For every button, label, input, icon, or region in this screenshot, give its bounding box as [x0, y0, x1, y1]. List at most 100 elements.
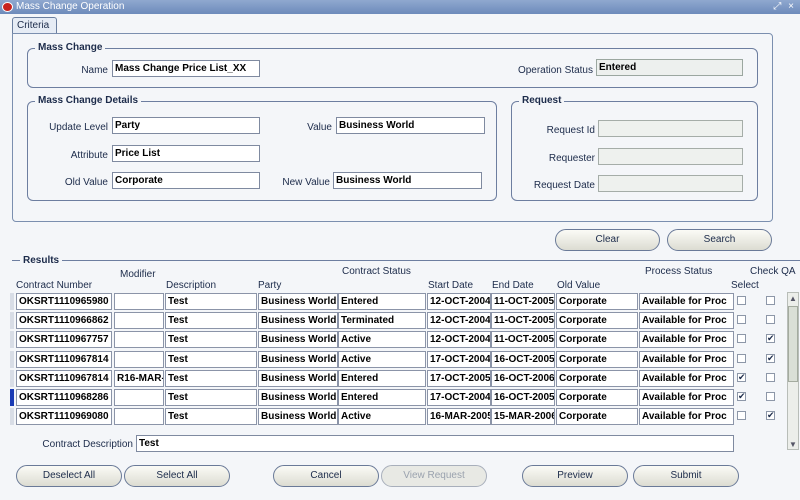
cell-end-date[interactable]: 16-OCT-2005	[491, 389, 555, 406]
cell-end-date[interactable]: 16-OCT-2005	[491, 351, 555, 368]
cell-end-date[interactable]: 11-OCT-2005	[491, 331, 555, 348]
cell-contract-number[interactable]: OKSRT1110969080	[16, 408, 112, 425]
cell-party[interactable]: Business World	[258, 389, 338, 406]
cell-modifier[interactable]	[114, 351, 164, 368]
cell-description[interactable]: Test	[165, 408, 257, 425]
cell-description[interactable]: Test	[165, 351, 257, 368]
new-value-field[interactable]: Business World	[333, 172, 482, 189]
cell-start-date[interactable]: 17-OCT-2004	[427, 351, 491, 368]
cell-party[interactable]: Business World	[258, 331, 338, 348]
cell-modifier[interactable]	[114, 331, 164, 348]
cell-old-value[interactable]: Corporate	[556, 312, 638, 329]
submit-button[interactable]: Submit	[633, 465, 739, 487]
cell-modifier[interactable]	[114, 389, 164, 406]
cell-old-value[interactable]: Corporate	[556, 351, 638, 368]
select-checkbox[interactable]: ✔	[737, 373, 746, 382]
old-value-field[interactable]: Corporate	[112, 172, 260, 189]
cell-modifier[interactable]	[114, 293, 164, 310]
cell-contract-number[interactable]: OKSRT1110968286	[16, 389, 112, 406]
cell-process-status[interactable]: Available for Proc	[639, 293, 734, 310]
cell-contract-status[interactable]: Terminated	[338, 312, 426, 329]
cell-party[interactable]: Business World	[258, 370, 338, 387]
cell-contract-number[interactable]: OKSRT1110967757	[16, 331, 112, 348]
row-indicator[interactable]	[10, 389, 14, 406]
check-qa-checkbox[interactable]: ✔	[766, 334, 775, 343]
name-field[interactable]: Mass Change Price List_XX	[112, 60, 260, 77]
cell-old-value[interactable]: Corporate	[556, 370, 638, 387]
row-indicator[interactable]	[10, 331, 14, 348]
cell-process-status[interactable]: Available for Proc	[639, 312, 734, 329]
cell-description[interactable]: Test	[165, 389, 257, 406]
cell-contract-status[interactable]: Active	[338, 351, 426, 368]
select-checkbox[interactable]	[737, 315, 746, 324]
check-qa-checkbox[interactable]: ✔	[766, 354, 775, 363]
cell-description[interactable]: Test	[165, 331, 257, 348]
cell-old-value[interactable]: Corporate	[556, 331, 638, 348]
row-indicator[interactable]	[10, 351, 14, 368]
preview-button[interactable]: Preview	[522, 465, 628, 487]
cell-start-date[interactable]: 16-MAR-2005	[427, 408, 491, 425]
contract-description-field[interactable]: Test	[136, 435, 734, 452]
cell-contract-number[interactable]: OKSRT1110965980	[16, 293, 112, 310]
cell-process-status[interactable]: Available for Proc	[639, 331, 734, 348]
cell-process-status[interactable]: Available for Proc	[639, 389, 734, 406]
check-qa-checkbox[interactable]	[766, 296, 775, 305]
cell-contract-number[interactable]: OKSRT1110967814	[16, 351, 112, 368]
check-qa-checkbox[interactable]	[766, 373, 775, 382]
cell-party[interactable]: Business World	[258, 293, 338, 310]
cell-modifier[interactable]	[114, 408, 164, 425]
check-qa-checkbox[interactable]	[766, 392, 775, 401]
clear-button[interactable]: Clear	[555, 229, 660, 251]
value-field[interactable]: Business World	[336, 117, 485, 134]
cell-process-status[interactable]: Available for Proc	[639, 370, 734, 387]
cell-start-date[interactable]: 17-OCT-2004	[427, 389, 491, 406]
cell-start-date[interactable]: 17-OCT-2005	[427, 370, 491, 387]
scroll-up-icon[interactable]: ▲	[789, 294, 797, 303]
cell-party[interactable]: Business World	[258, 312, 338, 329]
row-indicator[interactable]	[10, 408, 14, 425]
cell-start-date[interactable]: 12-OCT-2004	[427, 331, 491, 348]
check-qa-checkbox[interactable]	[766, 315, 775, 324]
scrollbar-thumb[interactable]	[788, 306, 798, 382]
cell-end-date[interactable]: 15-MAR-2006	[491, 408, 555, 425]
cell-end-date[interactable]: 11-OCT-2005	[491, 312, 555, 329]
cell-contract-number[interactable]: OKSRT1110967814	[16, 370, 112, 387]
cell-process-status[interactable]: Available for Proc	[639, 408, 734, 425]
cell-party[interactable]: Business World	[258, 351, 338, 368]
cell-old-value[interactable]: Corporate	[556, 408, 638, 425]
cell-contract-status[interactable]: Active	[338, 331, 426, 348]
row-indicator[interactable]	[10, 312, 14, 329]
select-checkbox[interactable]: ✔	[737, 392, 746, 401]
cell-old-value[interactable]: Corporate	[556, 293, 638, 310]
cancel-button[interactable]: Cancel	[273, 465, 379, 487]
deselect-all-button[interactable]: Deselect All	[16, 465, 122, 487]
cell-description[interactable]: Test	[165, 293, 257, 310]
cell-description[interactable]: Test	[165, 370, 257, 387]
cell-start-date[interactable]: 12-OCT-2004	[427, 293, 491, 310]
cell-end-date[interactable]: 16-OCT-2006	[491, 370, 555, 387]
cell-start-date[interactable]: 12-OCT-2004	[427, 312, 491, 329]
select-checkbox[interactable]	[737, 354, 746, 363]
select-all-button[interactable]: Select All	[124, 465, 230, 487]
cell-contract-status[interactable]: Entered	[338, 293, 426, 310]
row-indicator[interactable]	[10, 293, 14, 310]
select-checkbox[interactable]	[737, 411, 746, 420]
cell-contract-status[interactable]: Entered	[338, 389, 426, 406]
cell-modifier[interactable]	[114, 312, 164, 329]
attribute-field[interactable]: Price List	[112, 145, 260, 162]
cell-contract-status[interactable]: Entered	[338, 370, 426, 387]
cell-modifier[interactable]: R16-MAR-	[114, 370, 164, 387]
cell-description[interactable]: Test	[165, 312, 257, 329]
cell-contract-number[interactable]: OKSRT1110966862	[16, 312, 112, 329]
cell-old-value[interactable]: Corporate	[556, 389, 638, 406]
select-checkbox[interactable]	[737, 296, 746, 305]
row-indicator[interactable]	[10, 370, 14, 387]
search-button[interactable]: Search	[667, 229, 772, 251]
scroll-down-icon[interactable]: ▼	[789, 440, 797, 449]
cell-contract-status[interactable]: Active	[338, 408, 426, 425]
window-controls[interactable]: ⤢ ×	[773, 0, 796, 14]
select-checkbox[interactable]	[737, 334, 746, 343]
check-qa-checkbox[interactable]: ✔	[766, 411, 775, 420]
tab-criteria[interactable]: Criteria	[12, 17, 57, 34]
cell-process-status[interactable]: Available for Proc	[639, 351, 734, 368]
